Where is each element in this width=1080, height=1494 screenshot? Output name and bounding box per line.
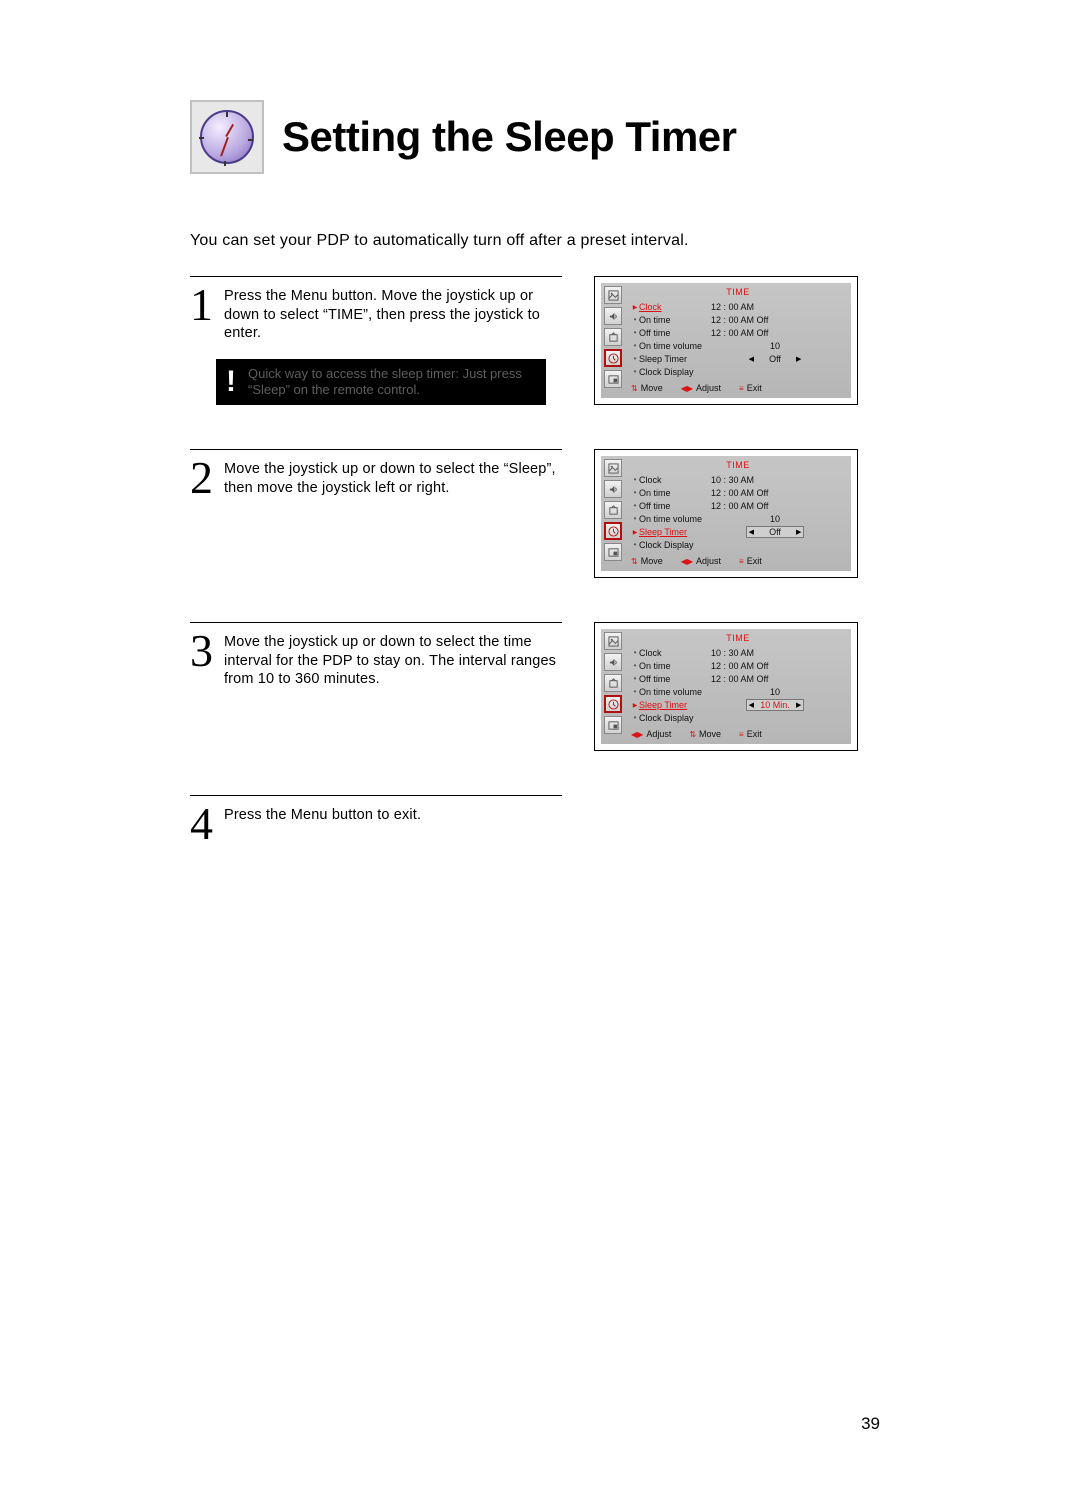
osd-tab-column <box>604 286 622 395</box>
osd-row-clock-display: Clock Display <box>631 365 845 378</box>
osd-foot-adjust: ◀▶Adjust <box>681 556 721 566</box>
step-left: 3 Move the joystick up or down to select… <box>190 622 562 689</box>
step-number: 3 <box>190 631 216 670</box>
osd-row-on-time: On time12 : 00 AM Off <box>631 486 845 499</box>
osd-row-off-time: Off time12 : 00 AM Off <box>631 672 845 685</box>
page-title: Setting the Sleep Timer <box>282 113 737 161</box>
tip-callout: ! Quick way to access the sleep timer: J… <box>216 359 546 406</box>
osd-title: TIME <box>631 287 845 297</box>
osd-panel: TIME Clock10 : 30 AMOn time12 : 00 AM Off… <box>601 456 851 571</box>
step-2: 2 Move the joystick up or down to select… <box>190 449 910 578</box>
step-text: Press the Menu button to exit. <box>224 804 421 825</box>
step-number: 2 <box>190 458 216 497</box>
osd-footer: ⇅Move ◀▶Adjust ≡Exit <box>625 553 851 570</box>
osd-row-on-time-volume: On time volume10 <box>631 685 845 698</box>
step-left: 1 Press the Menu button. Move the joysti… <box>190 276 562 405</box>
step-text: Move the joystick up or down to select t… <box>224 458 562 497</box>
intro-text: You can set your PDP to automatically tu… <box>190 232 910 250</box>
osd-row-off-time: Off time12 : 00 AM Off <box>631 499 845 512</box>
osd-row-on-time-volume: On time volume10 <box>631 512 845 525</box>
osd-screenshot-2: TIME Clock10 : 30 AMOn time12 : 00 AM Off… <box>594 449 858 578</box>
osd-foot-adjust: ◀▶Adjust <box>631 729 671 739</box>
osd-row-sleep-timer: Sleep Timer◀Off▶ <box>631 525 845 538</box>
clock-icon <box>190 100 264 174</box>
osd-tab-column <box>604 459 622 568</box>
osd-row-clock: Clock12 : 00 AM <box>631 300 845 313</box>
osd-foot-move: ⇅Move <box>631 556 663 566</box>
osd-tab-pic-icon <box>604 459 622 477</box>
step-left: 4 Press the Menu button to exit. <box>190 795 562 843</box>
osd-row-on-time-volume: On time volume10 <box>631 339 845 352</box>
osd-panel: TIME Clock12 : 00 AMOn time12 : 00 AM Off… <box>601 283 851 398</box>
step-number: 4 <box>190 804 216 843</box>
osd-panel: TIME Clock10 : 30 AMOn time12 : 00 AM Off… <box>601 629 851 744</box>
osd-footer: ⇅Move ◀▶Adjust ≡Exit <box>625 380 851 397</box>
osd-row-clock-display: Clock Display <box>631 538 845 551</box>
osd-screenshot-3: TIME Clock10 : 30 AMOn time12 : 00 AM Off… <box>594 622 858 751</box>
osd-tab-time-icon <box>604 695 622 713</box>
osd-tab-chan-icon <box>604 674 622 692</box>
osd-title: TIME <box>631 460 845 470</box>
osd-tab-func-icon <box>604 543 622 561</box>
title-row: Setting the Sleep Timer <box>190 100 910 174</box>
osd-foot-move: ⇅Move <box>631 383 663 393</box>
osd-tab-pic-icon <box>604 286 622 304</box>
exclamation-icon: ! <box>218 361 244 404</box>
osd-row-on-time: On time12 : 00 AM Off <box>631 659 845 672</box>
osd-row-off-time: Off time12 : 00 AM Off <box>631 326 845 339</box>
osd-tab-pic-icon <box>604 632 622 650</box>
osd-foot-exit: ≡Exit <box>739 383 762 393</box>
osd-row-on-time: On time12 : 00 AM Off <box>631 313 845 326</box>
step-text: Move the joystick up or down to select t… <box>224 631 562 689</box>
osd-row-clock: Clock10 : 30 AM <box>631 646 845 659</box>
osd-tab-column <box>604 632 622 741</box>
osd-tab-time-icon <box>604 349 622 367</box>
tip-text: Quick way to access the sleep timer: Jus… <box>244 361 544 404</box>
osd-row-clock: Clock10 : 30 AM <box>631 473 845 486</box>
step-left: 2 Move the joystick up or down to select… <box>190 449 562 497</box>
osd-tab-chan-icon <box>604 328 622 346</box>
osd-foot-exit: ≡Exit <box>739 729 762 739</box>
osd-row-clock-display: Clock Display <box>631 711 845 724</box>
osd-tab-func-icon <box>604 370 622 388</box>
osd-foot-move: ⇅Move <box>689 729 721 739</box>
step-4: 4 Press the Menu button to exit. <box>190 795 910 843</box>
step-text: Press the Menu button. Move the joystick… <box>224 285 562 343</box>
osd-tab-sound-icon <box>604 480 622 498</box>
osd-tab-chan-icon <box>604 501 622 519</box>
osd-row-sleep-timer: Sleep Timer◀Off▶ <box>631 352 845 365</box>
osd-tab-func-icon <box>604 716 622 734</box>
osd-tab-sound-icon <box>604 307 622 325</box>
step-3: 3 Move the joystick up or down to select… <box>190 622 910 751</box>
osd-title: TIME <box>631 633 845 643</box>
osd-footer: ◀▶Adjust ⇅Move ≡Exit <box>625 726 851 743</box>
osd-tab-sound-icon <box>604 653 622 671</box>
osd-screenshot-1: TIME Clock12 : 00 AMOn time12 : 00 AM Off… <box>594 276 858 405</box>
step-number: 1 <box>190 285 216 324</box>
osd-row-sleep-timer: Sleep Timer◀10 Min.▶ <box>631 698 845 711</box>
osd-tab-time-icon <box>604 522 622 540</box>
osd-foot-adjust: ◀▶Adjust <box>681 383 721 393</box>
page-number: 39 <box>861 1414 880 1434</box>
osd-foot-exit: ≡Exit <box>739 556 762 566</box>
manual-page: Setting the Sleep Timer You can set your… <box>190 100 910 887</box>
step-1: 1 Press the Menu button. Move the joysti… <box>190 276 910 405</box>
